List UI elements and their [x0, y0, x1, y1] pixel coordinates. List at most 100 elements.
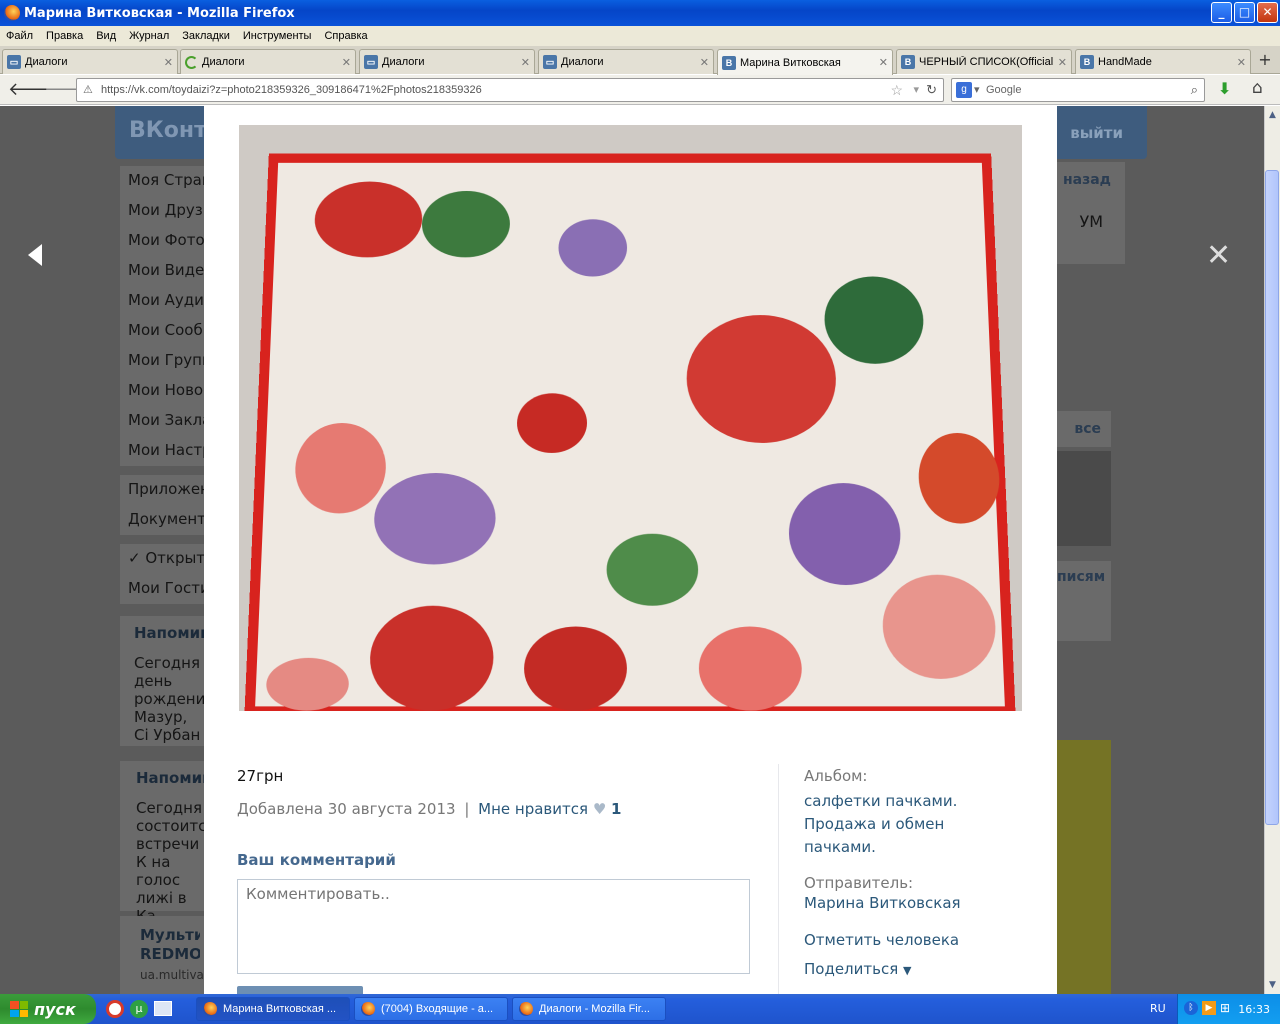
close-tab-icon[interactable]: ✕ — [164, 56, 173, 69]
flower-shape — [523, 626, 627, 711]
share-link[interactable]: Поделиться ▼ — [804, 960, 912, 978]
google-icon: g — [956, 82, 972, 98]
tab-dialogs-3[interactable]: ▭ Диалоги ✕ — [359, 49, 535, 74]
right-ad-banner[interactable] — [1057, 740, 1111, 994]
clock: 16:33 — [1238, 1002, 1270, 1016]
utorrent-icon[interactable]: µ — [130, 1000, 148, 1018]
scroll-up-icon[interactable]: ▲ — [1265, 110, 1280, 120]
menu-file[interactable]: Файл — [6, 30, 33, 42]
tab-handmade[interactable]: В HandMade ✕ — [1075, 49, 1251, 74]
menu-my-friends[interactable]: Мои Друзья — [120, 196, 210, 226]
close-viewer-icon[interactable]: ✕ — [1206, 238, 1231, 273]
flower-shape — [558, 219, 628, 277]
network-icon[interactable]: ⊞ — [1220, 1001, 1234, 1015]
menu-my-news[interactable]: Мои Новости — [120, 376, 210, 406]
menu-help[interactable]: Справка — [324, 30, 367, 42]
task-marina[interactable]: Марина Витковская ... — [196, 997, 350, 1021]
dialog-icon: ▭ — [543, 55, 557, 69]
right-posts-link[interactable]: писям — [1057, 561, 1111, 641]
reminder-block-2: Напоминание Сегодня состоится встречи К … — [120, 761, 254, 925]
task-inbox[interactable]: (7004) Входящие - a... — [354, 997, 508, 1021]
media-icon[interactable]: ▶ — [1202, 1001, 1216, 1015]
tab-dialogs-4[interactable]: ▭ Диалоги ✕ — [538, 49, 714, 74]
dropdown-arrow-icon[interactable]: ▾ — [913, 79, 919, 101]
right-block-text: УМ — [1057, 196, 1125, 264]
url-bar[interactable]: ⚠ https://vk.com/toydaizi?z=photo2183593… — [76, 78, 944, 102]
dialog-icon: ▭ — [7, 55, 21, 69]
bookmark-star-icon[interactable]: ☆ — [890, 79, 903, 101]
photo-meta: Добавлена 30 августа 2013 | Мне нравится… — [237, 800, 621, 818]
menu-edit[interactable]: Правка — [46, 30, 83, 42]
firefox-logo-icon — [4, 5, 20, 21]
home-icon[interactable]: ⌂ — [1252, 78, 1263, 98]
leaf-shape — [421, 190, 511, 258]
menu-tools[interactable]: Инструменты — [243, 30, 312, 42]
previous-photo-arrow-icon[interactable] — [28, 244, 42, 266]
search-bar[interactable]: g ▾ Google ⌕ — [951, 78, 1205, 102]
scroll-down-icon[interactable]: ▼ — [1265, 980, 1280, 990]
like-count[interactable]: 1 — [611, 800, 621, 818]
comment-input[interactable] — [237, 879, 750, 974]
vk-logo[interactable]: ВКонтакте — [129, 118, 264, 148]
language-indicator[interactable]: RU — [1150, 1002, 1166, 1015]
menu-view[interactable]: Вид — [96, 30, 116, 42]
show-desktop-icon[interactable] — [154, 1001, 172, 1016]
close-window-button[interactable]: ✕ — [1257, 2, 1278, 23]
search-placeholder: Google — [986, 84, 1022, 96]
tab-marina[interactable]: В Марина Витковская ✕ — [717, 49, 893, 75]
reload-icon[interactable]: ↻ — [926, 79, 937, 101]
scrollbar-thumb[interactable] — [1265, 170, 1279, 825]
menu-my-guests[interactable]: Мои Гости — [120, 574, 210, 604]
tab-dialogs-2[interactable]: Диалоги ✕ — [180, 49, 356, 74]
menu-my-messages[interactable]: Мои Сообщения — [120, 316, 210, 346]
menu-my-groups[interactable]: Мои Группы — [120, 346, 210, 376]
right-thumbnail[interactable] — [1057, 451, 1111, 546]
sender-link[interactable]: Марина Витковская — [804, 894, 961, 912]
reminder-text: Сегодня состоится встречи К на голос лиж… — [136, 799, 206, 925]
close-tab-icon[interactable]: ✕ — [521, 56, 530, 69]
photo-image[interactable] — [239, 125, 1022, 711]
maximize-button[interactable]: □ — [1234, 2, 1255, 23]
search-engine-dropdown-icon[interactable]: ▾ — [974, 79, 980, 101]
tab-blacklist[interactable]: В ЧЕРНЫЙ СПИСОК(Official... ✕ — [896, 49, 1072, 74]
menu-documents[interactable]: Документы — [120, 505, 210, 535]
menu-apps[interactable]: Приложения — [120, 475, 210, 505]
bluetooth-icon[interactable]: ᛒ — [1184, 1001, 1198, 1015]
close-tab-icon[interactable]: ✕ — [342, 56, 351, 69]
menu-my-audio[interactable]: Мои Аудиозаписи — [120, 286, 210, 316]
ad-title: Мульти REDMO — [140, 926, 200, 963]
download-icon[interactable]: ⬇ — [1218, 79, 1231, 98]
logout-link[interactable]: выйти — [1070, 124, 1123, 142]
album-link[interactable]: салфетки пачками. Продажа и обмен пачкам… — [804, 790, 974, 859]
start-button[interactable]: пуск — [0, 994, 96, 1024]
vk-left-menu: Моя Страница Мои Друзья Мои Фотографии М… — [120, 166, 210, 604]
back-link[interactable]: назад — [1057, 162, 1125, 196]
close-tab-icon[interactable]: ✕ — [1237, 56, 1246, 69]
task-dialogs[interactable]: Диалоги - Mozilla Fir... — [512, 997, 666, 1021]
close-tab-icon[interactable]: ✕ — [879, 56, 888, 69]
heart-icon[interactable]: ♥ — [593, 800, 606, 818]
taskbar: пуск µ Марина Витковская ... (7004) Вход… — [0, 994, 1280, 1024]
new-tab-button[interactable]: + — [1254, 50, 1276, 70]
tab-dialogs-1[interactable]: ▭ Диалоги ✕ — [2, 49, 178, 74]
menu-bookmarks[interactable]: Закладки — [182, 30, 230, 42]
menu-my-page[interactable]: Моя Страница — [120, 166, 210, 196]
flower-shape — [881, 574, 998, 679]
menu-my-videos[interactable]: Мои Видеозаписи — [120, 256, 210, 286]
divider — [778, 764, 779, 1004]
menu-my-settings[interactable]: Мои Настройки — [120, 436, 210, 466]
menu-my-photos[interactable]: Мои Фотографии — [120, 226, 210, 256]
close-tab-icon[interactable]: ✕ — [700, 56, 709, 69]
all-link[interactable]: все — [1057, 411, 1111, 447]
like-link[interactable]: Мне нравится — [478, 800, 588, 818]
ad-block[interactable]: Мульти REDMO ua.multiva — [120, 916, 204, 994]
flower-shape — [917, 432, 1002, 524]
tag-person-link[interactable]: Отметить человека — [804, 931, 959, 949]
opera-icon[interactable] — [106, 1000, 124, 1018]
menu-my-bookmarks[interactable]: Мои Закладки — [120, 406, 210, 436]
minimize-button[interactable]: _ — [1211, 2, 1232, 23]
search-icon[interactable]: ⌕ — [1191, 79, 1198, 101]
close-tab-icon[interactable]: ✕ — [1058, 56, 1067, 69]
menu-open[interactable]: ✓ Открыть — [120, 544, 210, 574]
menu-history[interactable]: Журнал — [129, 30, 169, 42]
